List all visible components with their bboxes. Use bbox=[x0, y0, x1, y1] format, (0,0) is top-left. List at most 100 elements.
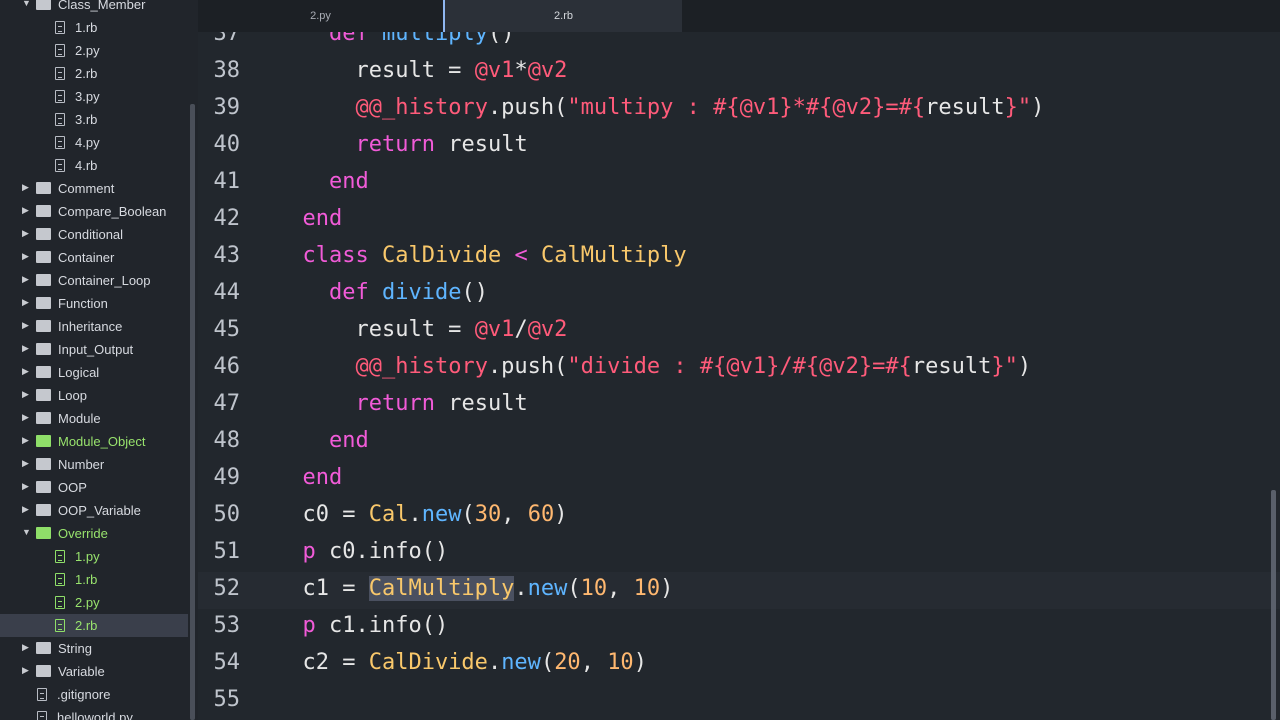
code-line[interactable]: 50 c0 = Cal.new(30, 60) bbox=[198, 498, 1280, 535]
code-line[interactable]: 42 end bbox=[198, 202, 1280, 239]
folder-icon bbox=[36, 0, 51, 10]
folder-comment[interactable]: ▶ Comment bbox=[0, 177, 188, 200]
code-line[interactable]: 51 p c0.info() bbox=[198, 535, 1280, 572]
tree-item-label: 1.rb bbox=[75, 572, 98, 587]
tree-item-label: Class_Member bbox=[58, 0, 146, 12]
tree-item-label: Number bbox=[58, 457, 105, 472]
folder-container[interactable]: ▶ Container bbox=[0, 246, 188, 269]
line-number: 38 bbox=[213, 58, 241, 83]
folder-conditional[interactable]: ▶ Conditional bbox=[0, 223, 188, 246]
file-2-py[interactable]: 2.py bbox=[0, 591, 188, 614]
line-number: 42 bbox=[213, 206, 241, 231]
chevron-right-icon[interactable]: ▶ bbox=[22, 389, 29, 400]
chevron-right-icon[interactable]: ▶ bbox=[22, 665, 29, 676]
folder-number[interactable]: ▶ Number bbox=[0, 453, 188, 476]
code-line[interactable]: 37 def multiply() bbox=[198, 32, 1280, 54]
chevron-right-icon[interactable]: ▶ bbox=[22, 504, 29, 515]
folder-container-loop[interactable]: ▶ Container_Loop bbox=[0, 269, 188, 292]
folder-loop[interactable]: ▶ Loop bbox=[0, 384, 188, 407]
folder-icon bbox=[36, 481, 51, 493]
line-number: 43 bbox=[213, 243, 241, 268]
chevron-right-icon[interactable]: ▶ bbox=[22, 366, 29, 377]
folder-oop-variable[interactable]: ▶ OOP_Variable bbox=[0, 499, 188, 522]
code-text: end bbox=[302, 465, 343, 490]
folder-string[interactable]: ▶ String bbox=[0, 637, 188, 660]
chevron-right-icon[interactable]: ▶ bbox=[22, 642, 29, 653]
folder-function[interactable]: ▶ Function bbox=[0, 292, 188, 315]
file--gitignore[interactable]: .gitignore bbox=[0, 683, 188, 706]
chevron-down-icon[interactable]: ▼ bbox=[22, 527, 31, 537]
folder-icon bbox=[36, 504, 51, 516]
code-line[interactable]: 48 end bbox=[198, 424, 1280, 461]
file-3-rb[interactable]: 3.rb bbox=[0, 108, 188, 131]
code-line[interactable]: 44 def divide() bbox=[198, 276, 1280, 313]
chevron-right-icon[interactable]: ▶ bbox=[22, 481, 29, 492]
line-number: 51 bbox=[213, 539, 241, 564]
file-4-rb[interactable]: 4.rb bbox=[0, 154, 188, 177]
folder-icon bbox=[36, 389, 51, 401]
code-line[interactable]: 40 return result bbox=[198, 128, 1280, 165]
chevron-right-icon[interactable]: ▶ bbox=[22, 458, 29, 469]
file-icon bbox=[55, 90, 65, 103]
code-text: c0 = Cal.new(30, 60) bbox=[276, 502, 568, 527]
folder-inheritance[interactable]: ▶ Inheritance bbox=[0, 315, 188, 338]
file-2-py[interactable]: 2.py bbox=[0, 39, 188, 62]
chevron-right-icon[interactable]: ▶ bbox=[22, 435, 29, 446]
chevron-right-icon[interactable]: ▶ bbox=[22, 320, 29, 331]
tab-2-rb[interactable]: 2.rb bbox=[445, 0, 682, 32]
sidebar-scrollbar[interactable] bbox=[190, 104, 195, 720]
code-line[interactable]: 43 class CalDivide < CalMultiply bbox=[198, 239, 1280, 276]
chevron-right-icon[interactable]: ▶ bbox=[22, 412, 29, 423]
code-line[interactable]: 49 end bbox=[198, 461, 1280, 498]
file-icon bbox=[55, 136, 65, 149]
tree-item-label: Loop bbox=[58, 388, 87, 403]
folder-override[interactable]: ▼ Override bbox=[0, 522, 188, 545]
file-helloworld-py[interactable]: helloworld.py bbox=[0, 706, 188, 720]
code-line[interactable]: 46 @@_history.push("divide : #{@v1}/#{@v… bbox=[198, 350, 1280, 387]
file-3-py[interactable]: 3.py bbox=[0, 85, 188, 108]
code-line[interactable]: 53 p c1.info() bbox=[198, 609, 1280, 646]
code-line[interactable]: 39 @@_history.push("multipy : #{@v1}*#{@… bbox=[198, 91, 1280, 128]
file-2-rb[interactable]: 2.rb bbox=[0, 62, 188, 85]
chevron-right-icon[interactable]: ▶ bbox=[22, 343, 29, 354]
chevron-right-icon[interactable]: ▶ bbox=[22, 182, 29, 193]
folder-input-output[interactable]: ▶ Input_Output bbox=[0, 338, 188, 361]
file-1-rb[interactable]: 1.rb bbox=[0, 16, 188, 39]
editor-scrollbar[interactable] bbox=[1271, 490, 1276, 720]
chevron-right-icon[interactable]: ▶ bbox=[22, 297, 29, 308]
chevron-down-icon[interactable]: ▼ bbox=[22, 0, 31, 8]
file-1-py[interactable]: 1.py bbox=[0, 545, 188, 568]
code-line[interactable]: 41 end bbox=[198, 165, 1280, 202]
tree-item-label: .gitignore bbox=[57, 687, 111, 702]
line-number: 46 bbox=[213, 354, 241, 379]
tree-item-label: Module bbox=[58, 411, 101, 426]
file-2-rb[interactable]: 2.rb bbox=[0, 614, 188, 637]
folder-oop[interactable]: ▶ OOP bbox=[0, 476, 188, 499]
code-editor[interactable]: 37 def multiply() 38 result = @v1*@v2 39 @… bbox=[198, 32, 1280, 720]
folder-class-member[interactable]: ▼ Class_Member bbox=[0, 0, 188, 16]
chevron-right-icon[interactable]: ▶ bbox=[22, 205, 29, 216]
code-line[interactable]: 54 c2 = CalDivide.new(20, 10) bbox=[198, 646, 1280, 683]
code-line[interactable]: 52 c1 = CalMultiply.new(10, 10) bbox=[198, 572, 1280, 609]
folder-logical[interactable]: ▶ Logical bbox=[0, 361, 188, 384]
code-text: result = @v1*@v2 bbox=[276, 58, 568, 83]
code-line[interactable]: 45 result = @v1/@v2 bbox=[198, 313, 1280, 350]
chevron-right-icon[interactable]: ▶ bbox=[22, 274, 29, 285]
folder-variable[interactable]: ▶ Variable bbox=[0, 660, 188, 683]
code-text: end bbox=[302, 206, 343, 231]
folder-module[interactable]: ▶ Module bbox=[0, 407, 188, 430]
code-line[interactable]: 38 result = @v1*@v2 bbox=[198, 54, 1280, 91]
file-4-py[interactable]: 4.py bbox=[0, 131, 188, 154]
tab-2-py[interactable]: 2.py bbox=[198, 0, 443, 32]
code-text: def divide() bbox=[328, 280, 488, 305]
file-1-rb[interactable]: 1.rb bbox=[0, 568, 188, 591]
file-tree-sidebar: ▼ Class_Member 1.rb 2.py 2.rb 3.py 3.rb 4.py 4.r… bbox=[0, 0, 198, 720]
tree-item-label: Variable bbox=[58, 664, 105, 679]
tree-item-label: Module_Object bbox=[58, 434, 146, 449]
chevron-right-icon[interactable]: ▶ bbox=[22, 251, 29, 262]
chevron-right-icon[interactable]: ▶ bbox=[22, 228, 29, 239]
folder-module-object[interactable]: ▶ Module_Object bbox=[0, 430, 188, 453]
code-line[interactable]: 55 bbox=[198, 683, 1280, 720]
code-line[interactable]: 47 return result bbox=[198, 387, 1280, 424]
folder-compare-boolean[interactable]: ▶ Compare_Boolean bbox=[0, 200, 188, 223]
